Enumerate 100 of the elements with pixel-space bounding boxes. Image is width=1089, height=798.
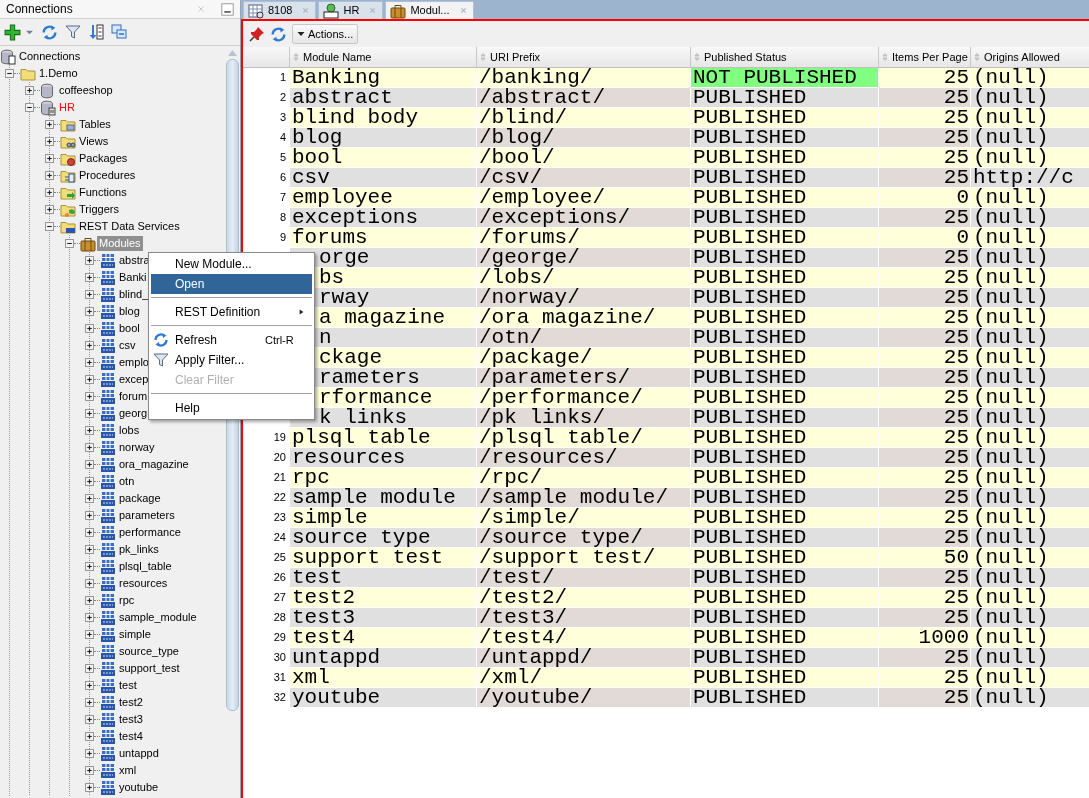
tree-item[interactable]: test2 xyxy=(117,695,145,710)
expand-icon[interactable] xyxy=(45,205,54,214)
expand-icon[interactable] xyxy=(85,698,94,707)
expand-icon[interactable] xyxy=(85,647,94,656)
tree-item[interactable]: plsql_table xyxy=(117,559,174,574)
tree-item[interactable]: emplo xyxy=(117,355,151,370)
column-header[interactable]: Origins Allowed xyxy=(970,47,1089,67)
expand-icon[interactable] xyxy=(85,749,94,758)
column-header[interactable]: Module Name xyxy=(289,47,477,67)
column-header[interactable]: Published Status xyxy=(690,47,879,67)
minimize-icon[interactable] xyxy=(221,2,234,16)
expand-icon[interactable] xyxy=(85,273,94,282)
tree-item[interactable]: Views xyxy=(77,134,111,149)
tree-item[interactable]: Procedures xyxy=(77,168,138,183)
tree-item[interactable]: csv xyxy=(117,338,138,353)
expand-icon[interactable] xyxy=(45,154,54,163)
tree-item[interactable]: blog xyxy=(117,304,142,319)
tree-item[interactable]: norway xyxy=(117,440,157,455)
tree-item[interactable]: excep xyxy=(117,372,151,387)
expand-icon[interactable] xyxy=(85,596,94,605)
expand-icon[interactable] xyxy=(85,358,94,367)
expand-icon[interactable] xyxy=(85,562,94,571)
expand-icon[interactable] xyxy=(85,341,94,350)
expand-icon[interactable] xyxy=(45,188,54,197)
collapse-icon[interactable] xyxy=(5,69,14,78)
expand-icon[interactable] xyxy=(45,171,54,180)
expand-icon[interactable] xyxy=(85,256,94,265)
expand-icon[interactable] xyxy=(85,392,94,401)
collapse-icon[interactable] xyxy=(25,103,34,112)
expand-icon[interactable] xyxy=(85,715,94,724)
expand-icon[interactable] xyxy=(85,460,94,469)
tree-item[interactable]: forum xyxy=(117,389,150,404)
tab[interactable]: Modul... xyxy=(385,1,474,19)
sort-icon[interactable] xyxy=(88,24,104,40)
expand-icon[interactable] xyxy=(85,579,94,588)
expand-icon[interactable] xyxy=(85,511,94,520)
actions-button[interactable]: Actions... xyxy=(292,24,359,44)
tree-item[interactable]: ora_magazine xyxy=(117,457,191,472)
tree-item[interactable]: sample_module xyxy=(117,610,199,625)
expand-icon[interactable] xyxy=(85,494,94,503)
tree-item[interactable]: otn xyxy=(117,474,137,489)
tree-item[interactable]: resources xyxy=(117,576,170,591)
expand-icon[interactable] xyxy=(85,426,94,435)
tree-item[interactable]: lobs xyxy=(117,423,142,438)
tree-item[interactable]: 1.Demo xyxy=(37,66,80,81)
filter-icon[interactable] xyxy=(65,24,81,40)
tree-item[interactable]: georg xyxy=(117,406,150,421)
tree-item[interactable]: Packages xyxy=(77,151,130,166)
tab[interactable]: 8108 xyxy=(243,1,317,19)
menu-item[interactable]: Open xyxy=(151,274,312,294)
expand-icon[interactable] xyxy=(85,375,94,384)
collapse-icon[interactable] xyxy=(45,222,54,231)
expand-icon[interactable] xyxy=(85,766,94,775)
refresh-icon[interactable] xyxy=(270,25,287,43)
tree-item[interactable]: parameters xyxy=(117,508,177,523)
expand-icon[interactable] xyxy=(85,290,94,299)
expand-icon[interactable] xyxy=(85,545,94,554)
expand-icon[interactable] xyxy=(85,613,94,622)
tree-item[interactable]: Functions xyxy=(77,185,129,200)
expand-icon[interactable] xyxy=(25,86,34,95)
tree-item[interactable]: Banki xyxy=(117,270,149,285)
expand-icon[interactable] xyxy=(85,409,94,418)
tree-item[interactable]: package xyxy=(117,491,163,506)
tree-item[interactable]: REST Data Services xyxy=(77,219,182,234)
tree-item[interactable]: test xyxy=(117,678,139,693)
tree-item[interactable]: untappd xyxy=(117,746,161,761)
collapse-icon[interactable] xyxy=(65,239,74,248)
expand-icon[interactable] xyxy=(85,443,94,452)
tree-item[interactable]: bool xyxy=(117,321,142,336)
expand-icon[interactable] xyxy=(85,630,94,639)
expand-icon[interactable] xyxy=(85,477,94,486)
expand-icon[interactable] xyxy=(85,732,94,741)
tree-item[interactable]: Connections xyxy=(17,49,83,64)
tree-item[interactable]: source_type xyxy=(117,644,181,659)
tree-item[interactable]: rpc xyxy=(117,593,137,608)
column-header[interactable]: Items Per Page xyxy=(878,47,971,67)
tree-item[interactable]: Tables xyxy=(77,117,113,132)
tree-item[interactable]: HR xyxy=(57,100,77,115)
expand-icon[interactable] xyxy=(85,681,94,690)
tree-item[interactable]: pk_links xyxy=(117,542,161,557)
expand-icon[interactable] xyxy=(85,528,94,537)
tree-item[interactable]: test3 xyxy=(117,712,145,727)
tree-item[interactable]: youtube xyxy=(117,780,161,795)
expand-icon[interactable] xyxy=(85,324,94,333)
tree-item[interactable]: xml xyxy=(117,763,139,778)
tree-item[interactable]: test4 xyxy=(117,729,145,744)
tree-item[interactable]: support_test xyxy=(117,661,182,676)
expand-icon[interactable] xyxy=(85,307,94,316)
add-icon[interactable] xyxy=(4,23,21,41)
refresh-icon[interactable] xyxy=(41,23,58,41)
expand-icon[interactable] xyxy=(45,137,54,146)
tree-item[interactable]: blind_ xyxy=(117,287,151,302)
tree-item[interactable]: performance xyxy=(117,525,183,540)
expand-icon[interactable] xyxy=(85,664,94,673)
tab[interactable]: HR xyxy=(318,1,384,19)
pin-icon[interactable] xyxy=(249,26,265,42)
expand-icon[interactable] xyxy=(45,120,54,129)
expand-icon[interactable] xyxy=(85,783,94,792)
tree-item[interactable]: coffeeshop xyxy=(57,83,115,98)
tree-item[interactable]: Triggers xyxy=(77,202,121,217)
